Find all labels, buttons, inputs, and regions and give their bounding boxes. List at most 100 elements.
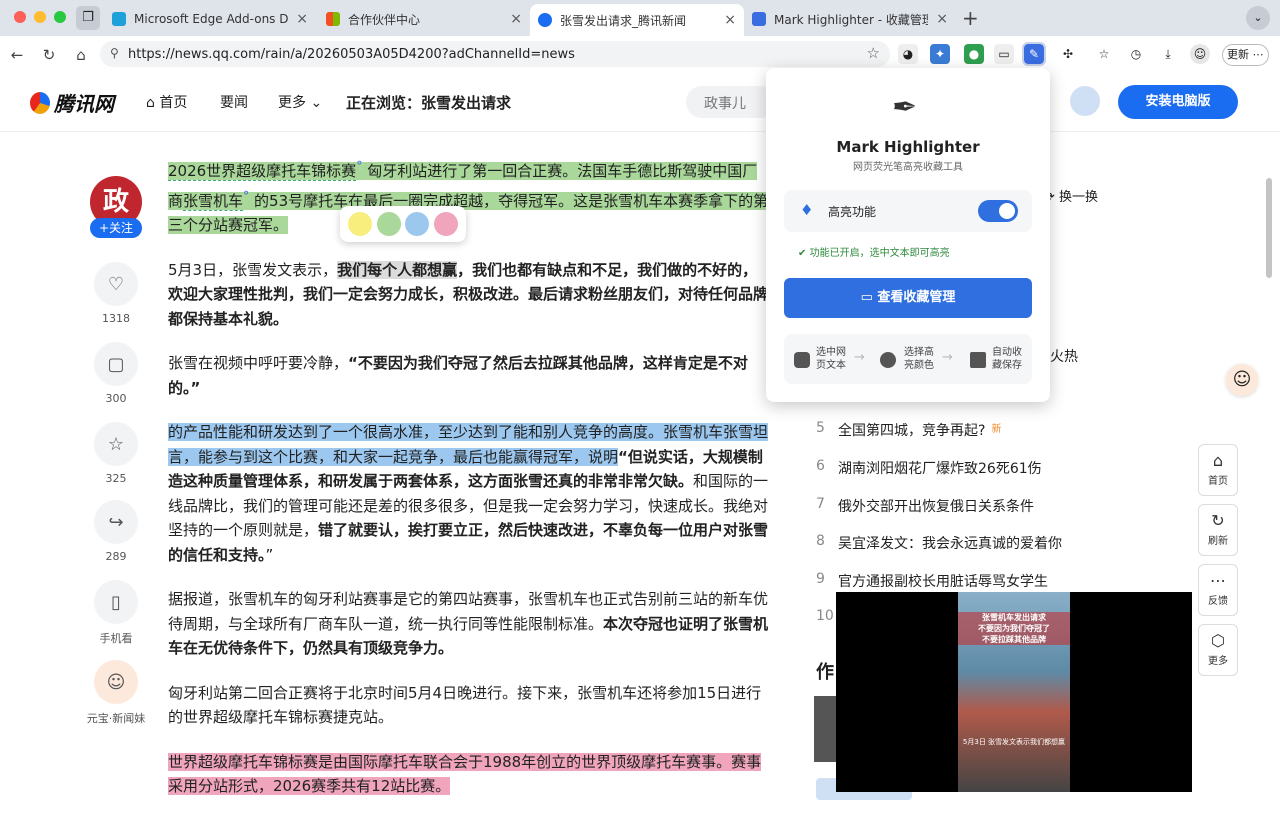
color-green-button[interactable] [376, 212, 401, 236]
hot-list-item[interactable]: 8 吴宜泽发文：我会永远真诚的爱着你 [816, 533, 1062, 553]
site-info-icon[interactable]: ⚲ [110, 46, 119, 60]
article-paragraph[interactable]: 匈牙利站第二回合正赛将于北京时间5月4日晚进行。接下来，张雪机车还将参加15日进… [168, 681, 772, 730]
video-frame: 张雪机车发出请求 不要因为我们夺冠了 不要拉踩其他品牌 5月3日 张雪发文表示我们都… [958, 592, 1070, 792]
color-yellow-button[interactable] [348, 212, 373, 236]
floating-video-player[interactable]: 张雪机车发出请求 不要因为我们夺冠了 不要拉踩其他品牌 5月3日 张雪发文表示我们都… [836, 592, 1192, 792]
address-bar[interactable]: ⚲ https://news.qq.com/rain/a/20260503A05… [100, 41, 890, 67]
folder-icon: ▭ [860, 290, 873, 305]
favorite-action[interactable]: ☆ 325 [92, 422, 140, 485]
tab-tencent-news[interactable]: 张雪发出请求_腾讯新闻 × [530, 4, 744, 36]
view-collection-button[interactable]: ▭ 查看收藏管理 [784, 278, 1032, 318]
extension-profile-icon[interactable]: ◕ [898, 44, 918, 64]
follow-button[interactable]: +关注 [90, 218, 142, 238]
close-tab-icon[interactable]: × [936, 11, 948, 27]
yuanbao-assistant[interactable]: ☺ 元宝·新闻妹 [84, 660, 148, 726]
step-select-text: 选中网 页文本 [816, 347, 846, 371]
search-input[interactable]: 政事儿 [686, 86, 776, 118]
article-paragraph[interactable]: 张雪在视频中呼吁要冷静，“不要因为我们夺冠了然后去拉踩其他品牌，这样肯定是不对的… [168, 351, 772, 400]
edge-favicon-icon [112, 12, 126, 26]
article-paragraph[interactable]: 世界超级摩托车锦标赛是由国际摩托车联合会于1988年创立的世界顶级摩托车赛事。赛… [168, 750, 772, 799]
tab-actions-icon[interactable]: ❐ [76, 6, 100, 30]
color-blue-button[interactable] [405, 212, 430, 236]
history-icon[interactable]: ◷ [1126, 44, 1146, 64]
hot-list-item[interactable]: 6 湖南浏阳烟花厂爆炸致26死61伤 [816, 458, 1042, 478]
refresh-link[interactable]: ⟳ 换一换 [1044, 186, 1098, 205]
extension-bird-icon[interactable]: ✦ [930, 44, 950, 64]
close-tab-icon[interactable]: × [724, 12, 736, 28]
tab-edge-addons[interactable]: Microsoft Edge Add-ons Develo × [104, 4, 316, 34]
downloads-icon[interactable]: ⤓ [1158, 44, 1178, 64]
back-arrow-icon[interactable]: ← [6, 44, 28, 66]
favorites-icon[interactable]: ☆ [1094, 44, 1114, 64]
feature-toggle-card: ♦ 高亮功能 [784, 190, 1032, 232]
share-icon: ↪ [94, 500, 138, 544]
minimize-window-icon[interactable] [34, 11, 46, 23]
hot-list-item[interactable]: 7 俄外交部开出恢复俄日关系条件 [816, 496, 1034, 516]
mobile-view-action[interactable]: ▯ 手机看 [92, 580, 140, 646]
tab-list-chevron-icon[interactable]: ⌄ [1246, 6, 1270, 30]
highlight-color-palette [340, 206, 466, 242]
share-action[interactable]: ↪ 289 [92, 500, 140, 563]
page-scrollbar[interactable] [1266, 178, 1272, 278]
author-thumbnail[interactable] [814, 696, 838, 762]
install-desktop-button[interactable]: 安装电脑版 [1118, 85, 1238, 119]
feature-label: 高亮功能 [828, 205, 877, 219]
extension-highlighter-icon[interactable]: ✎ [1022, 42, 1046, 66]
feedback-icon: ⋯ [1210, 571, 1226, 590]
extension-green-icon[interactable]: ● [964, 44, 984, 64]
like-action[interactable]: ♡ 1318 [92, 262, 140, 325]
nav-home[interactable]: ⌂ 首页 [146, 92, 187, 112]
tab-mark-highlighter[interactable]: Mark Highlighter - 收藏管理 × [744, 4, 956, 34]
favorite-star-icon[interactable]: ☆ [867, 44, 880, 62]
article-paragraph[interactable]: 5月3日，张雪发文表示，我们每个人都想赢，我们也都有缺点和不足，我们做的不好的，… [168, 258, 772, 332]
assistant-avatar-icon: ☺ [94, 660, 138, 704]
user-avatar[interactable] [1070, 86, 1100, 116]
arrow-right-icon: → [854, 350, 865, 365]
tencent-favicon-icon [538, 13, 552, 27]
assistant-float-icon[interactable]: ☺ [1226, 364, 1258, 396]
palette-icon [880, 352, 896, 368]
nav-news[interactable]: 要闻 [220, 92, 248, 112]
microsoft-favicon-icon [326, 12, 340, 26]
close-window-icon[interactable] [14, 11, 26, 23]
float-refresh-button[interactable]: ↻ 刷新 [1198, 504, 1238, 556]
mouse-icon [794, 352, 810, 368]
float-more-button[interactable]: ⬡ 更多 [1198, 624, 1238, 676]
step-auto-save: 自动收 藏保存 [992, 347, 1022, 371]
extension-screen-icon[interactable]: ▭ [994, 44, 1014, 64]
article-paragraph[interactable]: 据报道，张雪机车的匈牙利站赛事是它的第四站赛事，张雪机车也正式告别前三站的新车优… [168, 587, 772, 661]
hot-list-item[interactable]: 10 [816, 608, 838, 624]
new-badge: 新 [991, 424, 1002, 435]
new-tab-button[interactable]: + [962, 6, 979, 30]
video-caption: 张雪机车发出请求 不要因为我们夺冠了 不要拉踩其他品牌 [958, 612, 1070, 645]
extensions-puzzle-icon[interactable]: ✣ [1058, 44, 1078, 64]
nav-more[interactable]: 更多 ⌄ [278, 92, 322, 112]
comment-action[interactable]: ▢ 300 [92, 342, 140, 405]
star-icon: ☆ [94, 422, 138, 466]
refresh-icon: ↻ [1211, 511, 1225, 530]
close-tab-icon[interactable]: × [296, 11, 308, 27]
arrow-right-icon: → [942, 350, 953, 365]
check-circle-icon: ✔ [798, 248, 807, 259]
highlighter-pen-icon: ✒ [892, 90, 918, 125]
float-feedback-button[interactable]: ⋯ 反馈 [1198, 564, 1238, 616]
article-paragraph[interactable]: 2026世界超级摩托车锦标赛° 匈牙利站进行了第一回合正赛。法国车手德比斯驾驶中… [168, 154, 772, 238]
steps-card: 选中网 页文本 → 选择高 亮颜色 → 自动收 藏保存 [784, 334, 1032, 384]
hot-list-item[interactable]: 5 全国第四城，竞争再起? 新 [816, 420, 1001, 440]
zoom-window-icon[interactable] [54, 11, 66, 23]
home-icon[interactable]: ⌂ [70, 44, 92, 66]
color-pink-button[interactable] [433, 212, 458, 236]
tencent-logo[interactable]: 腾讯网 [30, 88, 114, 117]
article-paragraph[interactable]: 的产品性能和研发达到了一个很高水准，至少达到了能和别人竞争的高度。张雪机车张雪坦… [168, 420, 772, 567]
tencent-logo-icon [30, 91, 50, 114]
heart-icon: ♡ [94, 262, 138, 306]
tab-partner-center[interactable]: 合作伙伴中心 × [318, 4, 530, 34]
float-home-button[interactable]: ⌂ 首页 [1198, 444, 1238, 496]
close-tab-icon[interactable]: × [510, 11, 522, 27]
profile-avatar-icon[interactable]: ☺ [1190, 44, 1210, 64]
hot-list-item[interactable]: 9 官方通报副校长用脏话辱骂女学生 [816, 571, 1048, 591]
update-button[interactable]: 更新 ⋯ [1222, 44, 1269, 66]
highlight-toggle[interactable] [978, 200, 1018, 222]
bookmark-icon [970, 352, 986, 368]
reload-icon[interactable]: ↻ [38, 44, 60, 66]
